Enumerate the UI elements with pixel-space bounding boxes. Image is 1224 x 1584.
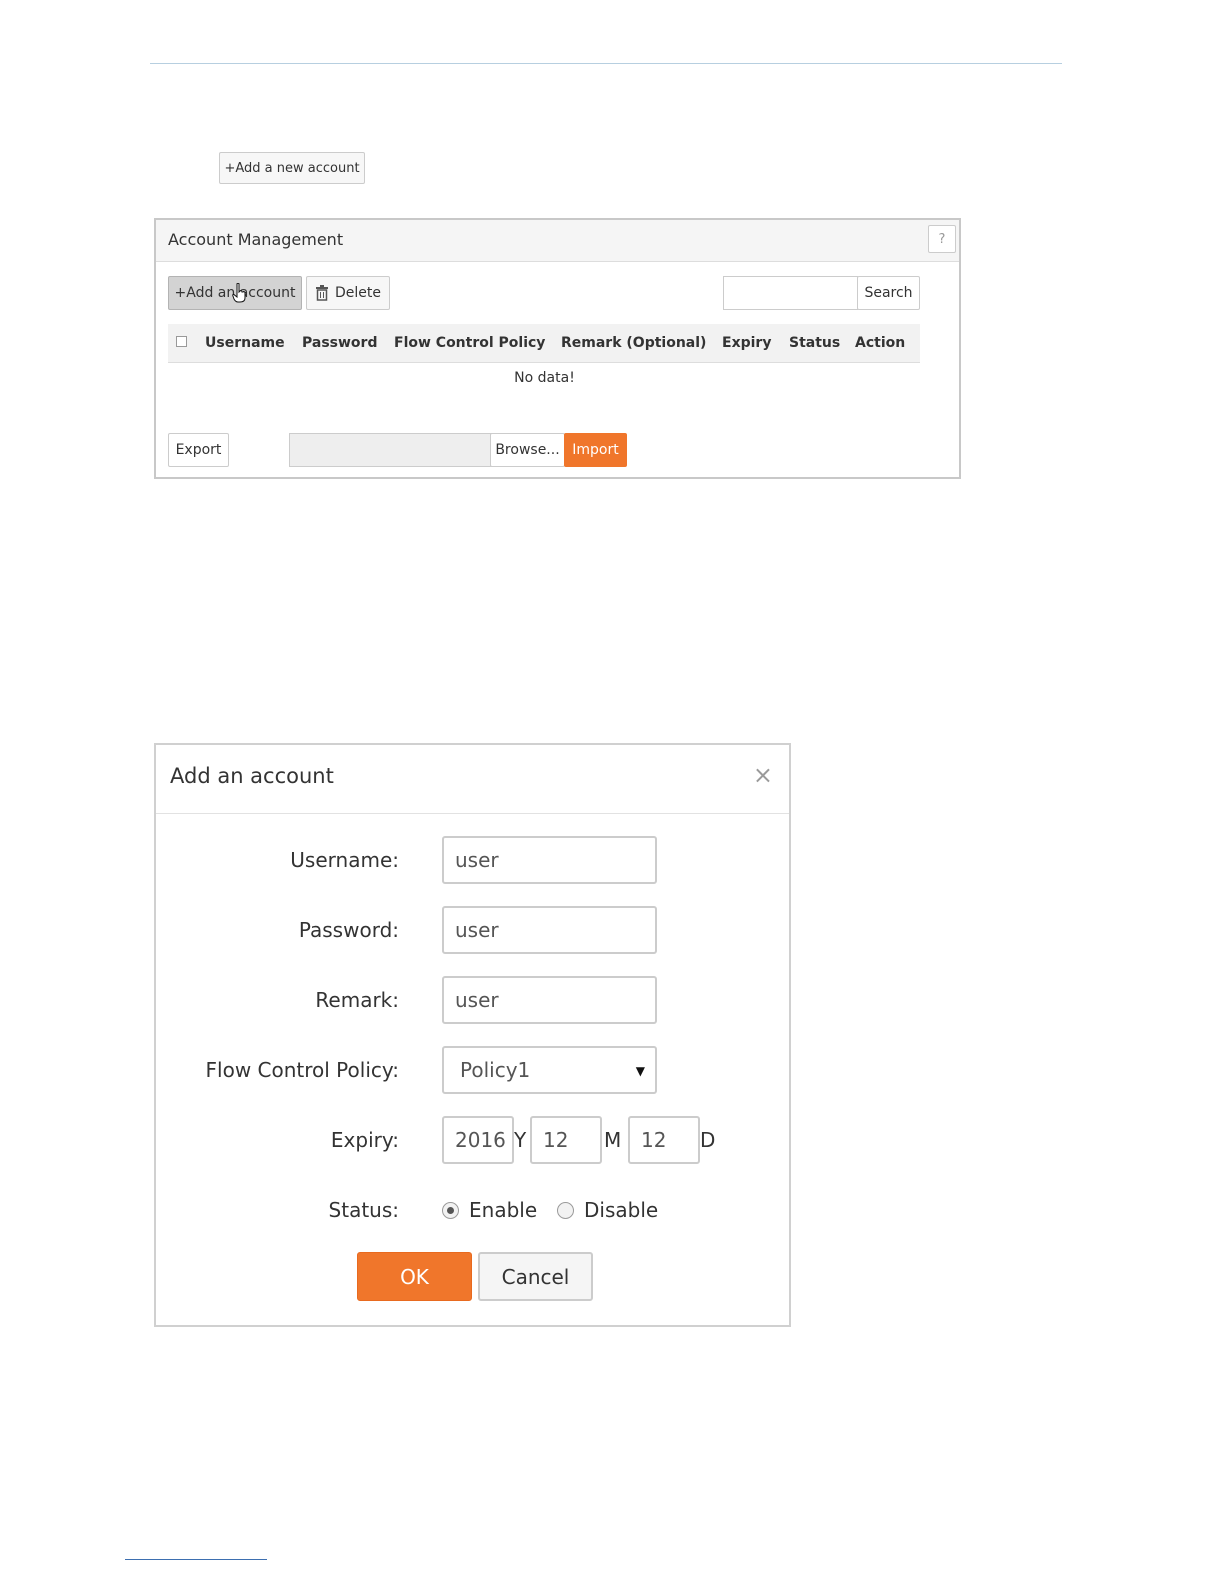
expiry-month-input[interactable]: 12: [530, 1116, 602, 1164]
dialog-header: Add an account ×: [156, 745, 789, 814]
column-expiry: Expiry: [722, 335, 772, 351]
status-disable-radio[interactable]: [557, 1202, 574, 1219]
browse-button[interactable]: Browse...: [490, 433, 565, 467]
column-action: Action: [855, 335, 906, 351]
column-flow-control-policy: Flow Control Policy: [394, 335, 546, 351]
search-input[interactable]: [723, 276, 858, 310]
search-button[interactable]: Search: [857, 276, 920, 310]
footer-link-underline: [125, 1559, 267, 1560]
expiry-year-unit: Y: [514, 1128, 527, 1152]
column-status: Status: [789, 335, 841, 351]
column-username: Username: [205, 335, 285, 351]
panel-header: Account Management ?: [156, 220, 959, 262]
table-header: Username Password Flow Control Policy Re…: [168, 324, 920, 363]
status-enable-radio[interactable]: [442, 1202, 459, 1219]
cancel-button[interactable]: Cancel: [478, 1252, 593, 1301]
expiry-month-unit: M: [604, 1128, 622, 1152]
caret-down-icon: ▼: [635, 1064, 645, 1078]
username-value: user: [455, 848, 499, 872]
ok-button[interactable]: OK: [357, 1252, 472, 1301]
policy-selected-value: Policy1: [460, 1058, 531, 1082]
close-icon[interactable]: ×: [753, 763, 773, 787]
expiry-label: Expiry:: [330, 1128, 399, 1152]
account-management-panel: Account Management ? +Add an account Del…: [154, 218, 961, 479]
panel-title: Account Management: [168, 230, 344, 249]
expiry-year-input[interactable]: 2016: [442, 1116, 514, 1164]
column-remark: Remark (Optional): [561, 335, 707, 351]
status-enable-label[interactable]: Enable: [469, 1198, 537, 1222]
status-label: Status:: [328, 1198, 399, 1222]
expiry-day-unit: D: [700, 1128, 716, 1152]
panel-body: +Add an account Delete Search Username P…: [156, 261, 959, 477]
expiry-day-input[interactable]: 12: [628, 1116, 700, 1164]
flow-control-policy-label: Flow Control Policy:: [205, 1058, 399, 1082]
column-password: Password: [302, 335, 378, 351]
dialog-title: Add an account: [170, 764, 334, 788]
flow-control-policy-select[interactable]: Policy1 ▼: [442, 1046, 657, 1094]
remark-label: Remark:: [315, 988, 399, 1012]
delete-label: Delete: [335, 285, 381, 301]
status-disable-label[interactable]: Disable: [584, 1198, 658, 1222]
help-button[interactable]: ?: [928, 225, 956, 253]
username-field[interactable]: user: [442, 836, 657, 884]
hand-pointer-icon: [232, 283, 246, 303]
password-value: user: [455, 918, 499, 942]
header-rule: [150, 63, 1062, 64]
trash-icon: [316, 285, 328, 301]
expiry-month-value: 12: [543, 1128, 569, 1152]
expiry-year-value: 2016: [455, 1128, 506, 1152]
add-new-account-button[interactable]: +Add a new account: [219, 152, 365, 184]
import-button[interactable]: Import: [564, 433, 627, 467]
username-label: Username:: [290, 848, 399, 872]
add-account-dialog: Add an account × Username: user Password…: [154, 743, 791, 1327]
empty-table-message: No data!: [514, 370, 575, 386]
remark-field[interactable]: user: [442, 976, 657, 1024]
password-field[interactable]: user: [442, 906, 657, 954]
export-button[interactable]: Export: [168, 433, 229, 467]
password-label: Password:: [298, 918, 399, 942]
delete-button[interactable]: Delete: [306, 276, 390, 310]
expiry-day-value: 12: [641, 1128, 667, 1152]
import-file-field[interactable]: [289, 433, 492, 467]
select-all-checkbox[interactable]: [176, 336, 187, 347]
remark-value: user: [455, 988, 499, 1012]
